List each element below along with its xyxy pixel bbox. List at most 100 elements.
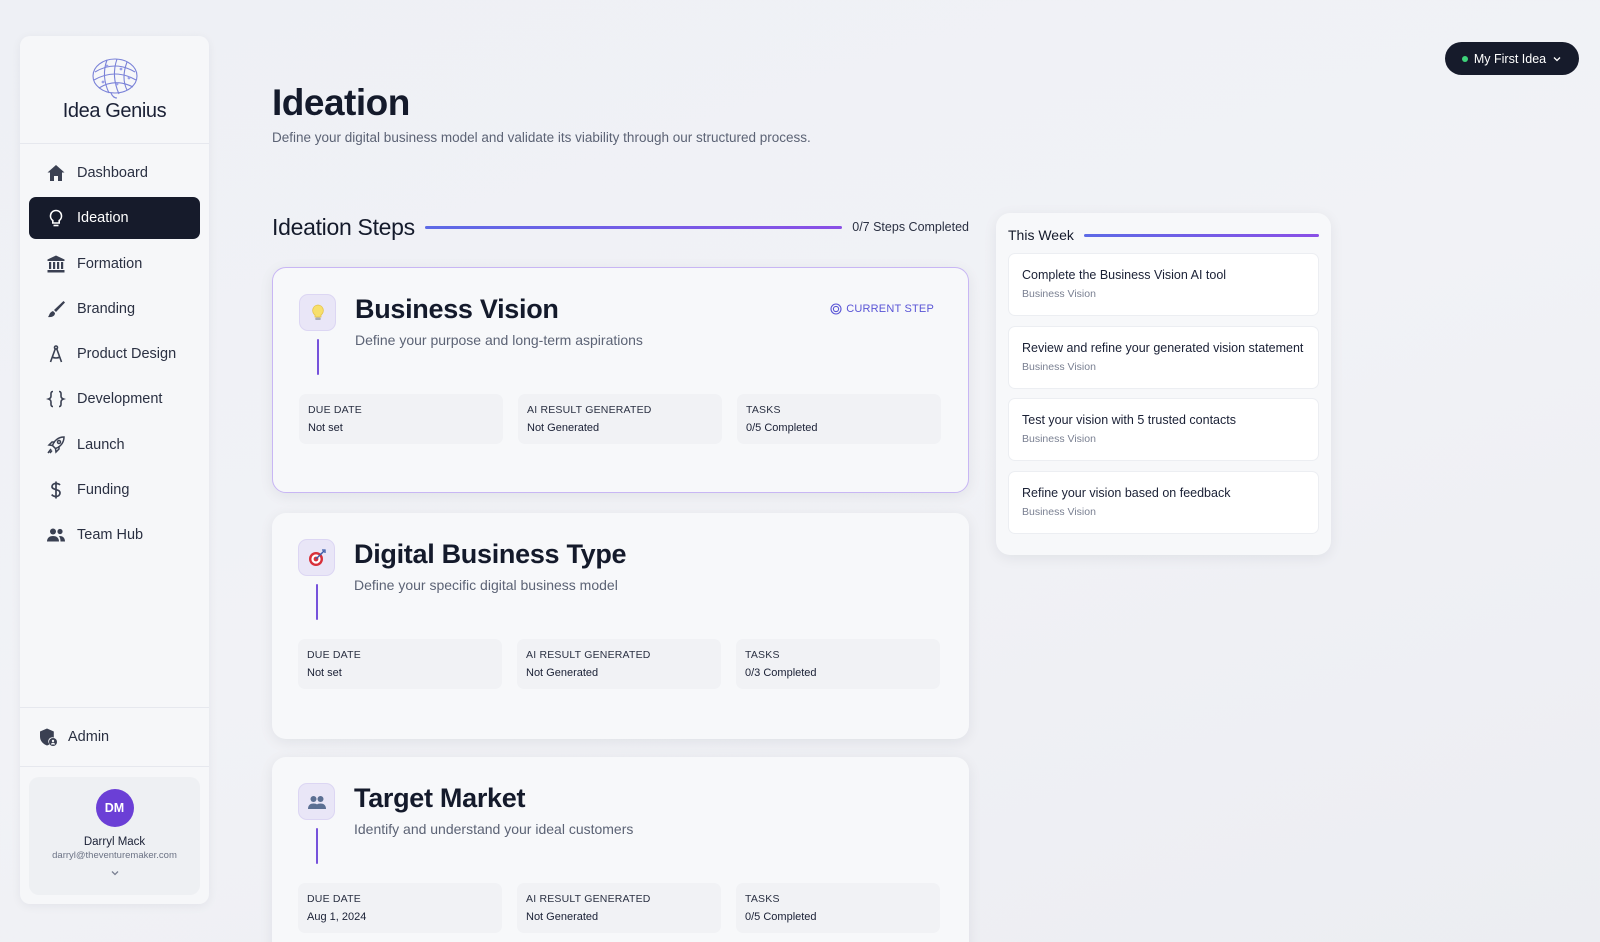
due-date-box: DUE DATE Aug 1, 2024 <box>298 883 502 933</box>
meta-value: Not Generated <box>526 667 599 679</box>
this-week-header: This Week <box>1008 225 1319 245</box>
page-subtitle: Define your digital business model and v… <box>272 130 811 145</box>
step-meta: DUE DATE Not set AI RESULT GENERATED Not… <box>299 394 941 444</box>
step-description: Define your specific digital business mo… <box>354 577 618 593</box>
meta-value: Not Generated <box>527 422 600 434</box>
nav-item-label: Funding <box>77 482 130 499</box>
nav-item-label: Product Design <box>77 346 177 363</box>
team-icon <box>45 524 67 546</box>
nav-item-label: Dashboard <box>77 165 148 181</box>
meta-label: AI RESULT GENERATED <box>526 893 651 905</box>
brand[interactable]: Idea Genius <box>20 36 209 144</box>
list-item[interactable]: Review and refine your generated vision … <box>1008 325 1319 389</box>
avatar: DM <box>95 789 134 827</box>
steps-title: Ideation Steps <box>272 213 415 240</box>
task-title: Review and refine your generated vision … <box>1022 340 1304 355</box>
people-icon <box>298 783 335 820</box>
step-description: Define your purpose and long-term aspira… <box>355 332 643 348</box>
task-title: Refine your vision based on feedback <box>1022 485 1231 500</box>
nav-item-launch[interactable]: Launch <box>29 424 200 466</box>
meta-label: DUE DATE <box>308 404 362 416</box>
task-tag: Business Vision <box>1022 505 1096 518</box>
dollar-icon <box>45 479 67 501</box>
meta-label: AI RESULT GENERATED <box>527 404 652 416</box>
tasks-box: TASKS 0/3 Completed <box>736 639 940 689</box>
steps-progress-line <box>424 225 843 229</box>
user-card[interactable]: DM Darryl Mack darryl@theventuremaker.co… <box>29 777 200 895</box>
brain-logo-icon <box>91 58 138 99</box>
nav-item-dashboard[interactable]: Dashboard <box>29 152 200 194</box>
this-week-title: This Week <box>1008 227 1074 243</box>
step-meta: DUE DATE Not set AI RESULT GENERATED Not… <box>298 639 940 689</box>
step-connector <box>317 339 319 375</box>
meta-value: 0/5 Completed <box>745 911 817 923</box>
step-connector <box>316 584 318 620</box>
meta-label: TASKS <box>745 649 780 661</box>
meta-value: Aug 1, 2024 <box>307 911 367 923</box>
nav-item-formation[interactable]: Formation <box>29 243 200 285</box>
step-title: Digital Business Type <box>354 539 627 569</box>
step-description: Identify and understand your ideal custo… <box>354 821 634 837</box>
chevron-down-icon <box>1553 56 1561 61</box>
bank-icon <box>45 253 67 275</box>
step-title: Business Vision <box>355 294 559 324</box>
due-date-box: DUE DATE Not set <box>299 394 503 444</box>
this-week-line <box>1083 233 1319 237</box>
status-dot-icon <box>1461 55 1468 62</box>
task-tag: Business Vision <box>1022 288 1096 300</box>
list-item[interactable]: Complete the Business Vision AI tool Bus… <box>1008 253 1319 316</box>
rocket-icon <box>45 434 67 456</box>
list-item[interactable]: Refine your vision based on feedback Bus… <box>1008 470 1319 534</box>
main-nav: Dashboard Ideation Formation Branding Pr… <box>20 144 209 707</box>
nav-item-team-hub[interactable]: Team Hub <box>29 514 200 556</box>
nav-item-ideation[interactable]: Ideation <box>29 197 200 240</box>
idea-selector-button[interactable]: My First Idea <box>1445 42 1579 75</box>
target-ring-icon <box>830 303 842 315</box>
steps-header: Ideation Steps 0/7 Steps Completed <box>272 210 969 244</box>
nav-item-product-design[interactable]: Product Design <box>29 333 200 375</box>
this-week-panel: This Week Complete the Business Vision A… <box>996 213 1331 555</box>
list-item[interactable]: Test your vision with 5 trusted contacts… <box>1008 398 1319 461</box>
brush-icon <box>45 298 67 320</box>
sidebar: Idea Genius Dashboard Ideation Formation… <box>20 36 209 904</box>
nav-item-funding[interactable]: Funding <box>29 469 200 511</box>
lightbulb-icon <box>45 207 67 229</box>
brand-name: Idea Genius <box>62 100 167 122</box>
step-card-business-vision[interactable]: Business Vision Define your purpose and … <box>272 267 969 493</box>
nav-item-branding[interactable]: Branding <box>29 288 200 330</box>
steps-progress-text: 0/7 Steps Completed <box>852 220 969 234</box>
step-connector <box>316 828 318 864</box>
user-name: Darryl Mack <box>83 836 146 848</box>
ai-result-box: AI RESULT GENERATED Not Generated <box>518 394 722 444</box>
tasks-box: TASKS 0/5 Completed <box>737 394 941 444</box>
task-title: Complete the Business Vision AI tool <box>1022 268 1227 282</box>
step-meta: DUE DATE Aug 1, 2024 AI RESULT GENERATED… <box>298 883 940 933</box>
page-title: Ideation <box>272 82 410 123</box>
step-card-digital-business-type[interactable]: Digital Business Type Define your specif… <box>272 513 969 739</box>
shield-user-icon <box>38 727 58 747</box>
meta-label: DUE DATE <box>307 649 361 661</box>
nav-item-label: Ideation <box>77 210 129 227</box>
meta-value: 0/3 Completed <box>745 667 817 679</box>
task-tag: Business Vision <box>1022 360 1096 373</box>
step-card-target-market[interactable]: Target Market Identify and understand yo… <box>272 757 969 942</box>
ai-result-box: AI RESULT GENERATED Not Generated <box>517 883 721 933</box>
nav-item-label: Formation <box>77 255 143 272</box>
tasks-box: TASKS 0/5 Completed <box>736 883 940 933</box>
due-date-box: DUE DATE Not set <box>298 639 502 689</box>
admin-link[interactable]: Admin <box>20 707 209 767</box>
code-braces-icon <box>45 388 67 410</box>
task-title: Test your vision with 5 trusted contacts <box>1022 413 1236 427</box>
meta-value: Not set <box>307 667 342 679</box>
current-step-badge: CURRENT STEP <box>830 303 934 315</box>
meta-value: Not Generated <box>526 911 599 923</box>
nav-item-label: Team Hub <box>77 527 144 544</box>
user-email: darryl@theventuremaker.com <box>52 850 177 861</box>
ai-result-box: AI RESULT GENERATED Not Generated <box>517 639 721 689</box>
home-icon <box>45 162 67 184</box>
nav-item-development[interactable]: Development <box>29 378 200 420</box>
meta-label: AI RESULT GENERATED <box>526 649 651 661</box>
chevron-down-icon[interactable] <box>109 867 121 879</box>
admin-label: Admin <box>68 729 110 745</box>
nav-item-label: Branding <box>77 300 136 317</box>
